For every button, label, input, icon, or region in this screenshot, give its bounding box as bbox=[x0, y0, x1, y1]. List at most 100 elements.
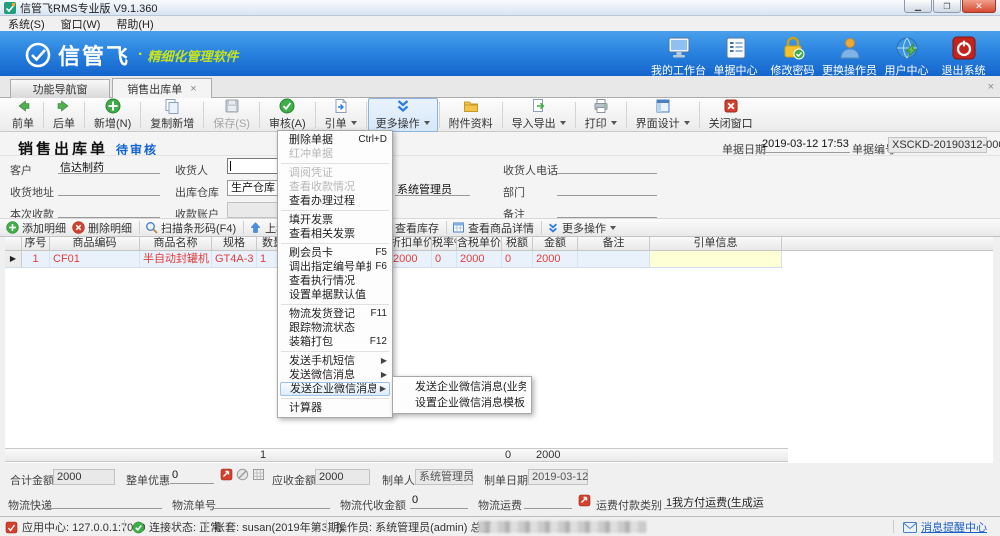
toolbar-pull-button[interactable]: 引单 bbox=[317, 98, 365, 132]
customer-field[interactable]: 信达制药 bbox=[58, 159, 160, 174]
detail-扫描条形码(F4)-button[interactable]: 扫描条形码(F4) bbox=[145, 220, 236, 236]
close-button[interactable]: ✕ bbox=[962, 0, 996, 13]
column-header-9[interactable]: 含税单价 bbox=[457, 237, 502, 250]
table-row[interactable]: ▶1CF01半自动封罐机GT4A-3120000200002000 bbox=[5, 251, 782, 268]
header-action-lock[interactable]: 修改密码 bbox=[764, 34, 821, 78]
menu-item-23[interactable]: 计算器 bbox=[278, 401, 392, 415]
cell-1[interactable]: CF01 bbox=[50, 251, 140, 267]
menu-item-13[interactable]: 设置单据默认值 bbox=[278, 288, 392, 302]
cell-0[interactable]: 1 bbox=[22, 251, 50, 267]
order-discount-field[interactable]: 0 bbox=[170, 469, 214, 484]
submenu-item-0[interactable]: 发送企业微信消息(业务员) bbox=[393, 379, 531, 395]
column-header-7[interactable]: 折扣单价 bbox=[390, 237, 432, 250]
freight-field[interactable] bbox=[524, 494, 572, 509]
menu-item-16[interactable]: 跟踪物流状态 bbox=[278, 321, 392, 335]
menu-item-1[interactable]: 红冲单据 bbox=[278, 147, 392, 161]
menu-item-21[interactable]: 发送企业微信消息▶ bbox=[280, 382, 390, 396]
toolbar-add-button[interactable]: 新增(N) bbox=[86, 98, 139, 132]
toolbar-design-button[interactable]: 界面设计 bbox=[628, 98, 698, 132]
cell-2[interactable]: 半自动封罐机 bbox=[140, 251, 212, 267]
freight-apply-icon[interactable] bbox=[578, 494, 591, 507]
header-action-doccenter[interactable]: 单据中心 bbox=[707, 34, 764, 78]
salesman-field[interactable]: 系统管理员 bbox=[395, 181, 470, 196]
detail-查看商品详情-button[interactable]: 查看商品详情 bbox=[452, 220, 534, 236]
header-action-monitor[interactable]: 我的工作台 bbox=[650, 34, 707, 78]
menu-item-1[interactable]: 窗口(W) bbox=[53, 16, 109, 32]
cell-10[interactable]: 0 bbox=[502, 251, 533, 267]
toolbar-next-button[interactable]: 后单 bbox=[45, 98, 83, 132]
message-center-link[interactable]: 消息提醒中心 bbox=[921, 519, 987, 535]
submenu-item-1[interactable]: 设置企业微信消息模板 bbox=[393, 395, 531, 411]
toolbar-closewin-button[interactable]: 关闭窗口 bbox=[701, 98, 761, 132]
department-field[interactable] bbox=[557, 181, 657, 196]
menu-item-17[interactable]: 装箱打包F12 bbox=[278, 335, 392, 349]
menu-item-19[interactable]: 发送手机短信▶ bbox=[278, 354, 392, 368]
restore-button[interactable]: ❐ bbox=[933, 0, 961, 13]
detail-查看库存-button[interactable]: 查看库存 bbox=[395, 220, 439, 236]
column-header-3[interactable]: 规格 bbox=[212, 237, 257, 250]
menu-item-7[interactable]: 填开发票 bbox=[278, 213, 392, 227]
toolbar-attach-button[interactable]: 附件资料 bbox=[441, 98, 501, 132]
message-center[interactable]: 消息提醒中心 bbox=[903, 520, 987, 534]
cell-8[interactable]: 0 bbox=[432, 251, 457, 267]
remark-field[interactable] bbox=[557, 203, 657, 218]
column-header-10[interactable]: 税额 bbox=[502, 237, 533, 250]
menu-item-4[interactable]: 查看收款情况 bbox=[278, 180, 392, 194]
menu-item-5[interactable]: 查看办理过程 bbox=[278, 194, 392, 208]
column-header-12[interactable]: 备注 bbox=[578, 237, 650, 250]
cell-3[interactable]: GT4A-3 bbox=[212, 251, 257, 267]
cell-7[interactable]: 2000 bbox=[390, 251, 432, 267]
tabstrip-close-icon[interactable]: × bbox=[988, 81, 994, 93]
toolbar-more-button[interactable]: 更多操作 bbox=[368, 98, 438, 132]
save-icon bbox=[224, 98, 240, 114]
menu-item-15[interactable]: 物流发货登记F11 bbox=[278, 307, 392, 321]
header-action-person[interactable]: 更换操作员 bbox=[821, 34, 878, 78]
tab-close-icon[interactable]: × bbox=[190, 83, 196, 95]
toolbar-label: 复制新增 bbox=[150, 115, 194, 131]
detail-删除明细-button[interactable]: 删除明细 bbox=[72, 220, 132, 236]
discount-apply-icon[interactable] bbox=[220, 468, 233, 481]
cell-13[interactable] bbox=[650, 251, 782, 267]
column-header-1[interactable]: 商品编码 bbox=[50, 237, 140, 250]
menu-item-8[interactable]: 查看相关发票 bbox=[278, 227, 392, 241]
column-header-11[interactable]: 金额 bbox=[533, 237, 578, 250]
tab-sales-outbound[interactable]: 销售出库单× bbox=[112, 78, 212, 98]
doc-date-field[interactable]: 2019-03-12 17:53 bbox=[760, 138, 850, 153]
discount-clear-icon[interactable] bbox=[236, 468, 249, 481]
menu-item-0[interactable]: 删除单据Ctrl+D bbox=[278, 133, 392, 147]
menu-item-10[interactable]: 刷会员卡F5 bbox=[278, 246, 392, 260]
menu-item-2[interactable]: 帮助(H) bbox=[108, 16, 161, 32]
column-header-0[interactable]: 序号 bbox=[22, 237, 50, 250]
minimize-button[interactable]: ▁ bbox=[904, 0, 932, 13]
header-action-power[interactable]: 退出系统 bbox=[935, 34, 992, 78]
toolbar-print-button[interactable]: 打印 bbox=[577, 98, 625, 132]
cell-9[interactable]: 2000 bbox=[457, 251, 502, 267]
column-header-2[interactable]: 商品名称 bbox=[140, 237, 212, 250]
header-action-globe[interactable]: 用户中心 bbox=[878, 34, 935, 78]
menu-item-20[interactable]: 发送微信消息▶ bbox=[278, 368, 392, 382]
toolbar-impexp-button[interactable]: 导入导出 bbox=[504, 98, 574, 132]
express-field[interactable] bbox=[48, 494, 162, 509]
phone-field[interactable] bbox=[557, 159, 657, 174]
toolbar-audit-button[interactable]: 审核(A) bbox=[261, 98, 314, 132]
menu-item-3[interactable]: 调阅凭证 bbox=[278, 166, 392, 180]
menu-item-11[interactable]: 调出指定编号单据F6 bbox=[278, 260, 392, 274]
tracking-no-field[interactable] bbox=[214, 494, 330, 509]
cod-field[interactable]: 0 bbox=[410, 494, 468, 509]
detail-添加明细-button[interactable]: 添加明细 bbox=[6, 220, 66, 236]
toolbar-prev-button[interactable]: 前单 bbox=[4, 98, 42, 132]
toolbar-copy-button[interactable]: 复制新增 bbox=[142, 98, 202, 132]
payment-field[interactable] bbox=[58, 203, 160, 218]
cell-12[interactable] bbox=[578, 251, 650, 267]
column-header-13[interactable]: 引单信息 bbox=[650, 237, 782, 250]
discount-detail-icon[interactable] bbox=[252, 468, 265, 481]
toolbar-save-button[interactable]: 保存(S) bbox=[205, 98, 258, 132]
detail-更多操作-button[interactable]: 更多操作 bbox=[547, 220, 616, 236]
menu-item-12[interactable]: 查看执行情况 bbox=[278, 274, 392, 288]
cell-11[interactable]: 2000 bbox=[533, 251, 578, 267]
menu-item-0[interactable]: 系统(S) bbox=[0, 16, 53, 32]
freight-type-link[interactable]: 1我方付运费(生成运 bbox=[664, 494, 758, 509]
address-field[interactable] bbox=[58, 181, 160, 196]
column-header-8[interactable]: 税率% bbox=[432, 237, 457, 250]
tab-nav-panel[interactable]: 功能导航窗 bbox=[10, 79, 110, 98]
